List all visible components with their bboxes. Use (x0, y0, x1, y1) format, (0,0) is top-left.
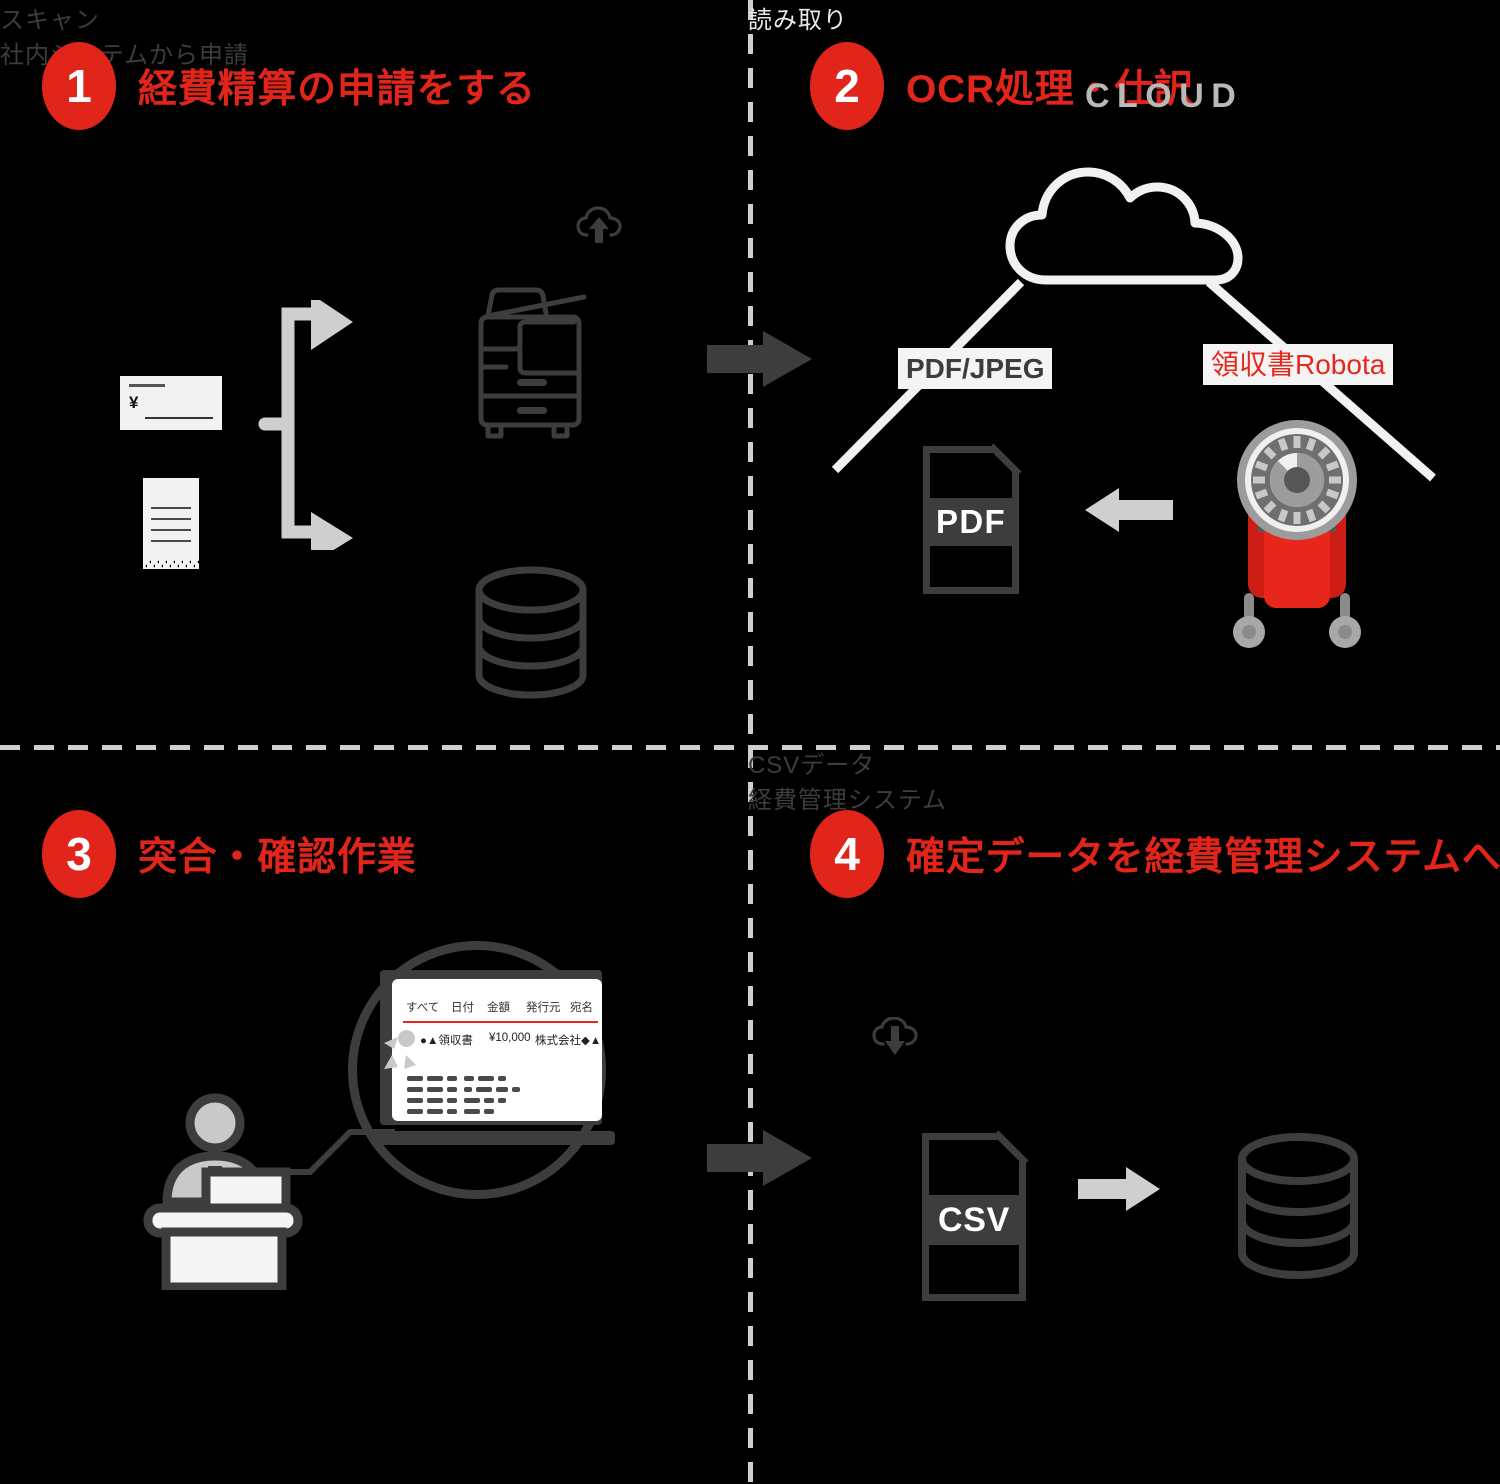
panel-1: 1 経費精算の申請をする スキャン ¥ 社内システムから申請 (0, 0, 812, 745)
click-indicator-icon (384, 1037, 416, 1069)
col-header-2: 金額 (487, 1002, 510, 1014)
panel-4-badge: 4 (810, 810, 884, 898)
laptop-base (370, 1131, 615, 1145)
invoice-currency: ¥ (129, 393, 139, 412)
pdf-file-icon: PDF (923, 443, 1022, 594)
panel-4-header: 4 確定データを経費管理システムへ入力 (810, 810, 1500, 898)
panel-4: 4 確定データを経費管理システムへ入力 CSVデータ 経費管理システム CSV (748, 745, 1500, 1484)
branch-arrow-icon (258, 300, 353, 550)
robota-tag: 領収書Robota (1203, 344, 1394, 385)
panel-1-title: 経費精算の申請をする (138, 68, 536, 111)
col-header-0: すべて (406, 1002, 440, 1014)
csv-file-icon: CSV (922, 1130, 1029, 1301)
database-icon-panel1 (475, 566, 587, 699)
row-title: ●▲領収書 (420, 1035, 473, 1047)
person-at-desk-icon (143, 1093, 303, 1290)
left-arrow-icon (1085, 488, 1173, 532)
cloud-label: CLOUD (1085, 77, 1244, 115)
read-label: 読み取り (748, 7, 848, 34)
robot-scanner-icon (1233, 420, 1361, 648)
col-header-3: 発行元 (526, 1002, 561, 1014)
cloud-download-icon (872, 1017, 918, 1055)
col-header-4: 宛名 (570, 1002, 593, 1014)
panel-3-badge: 3 (42, 810, 116, 898)
cloud-outline-icon (1005, 167, 1243, 285)
flow-diagram: 1 経費精算の申請をする スキャン ¥ 社内システムから申請 2 OCR処理・仕… (0, 0, 1500, 1484)
csv-file-label: CSV (922, 1195, 1026, 1245)
panel-4-title: 確定データを経費管理システムへ入力 (906, 836, 1500, 879)
panel-2-badge: 2 (810, 42, 884, 130)
col-header-1: 日付 (451, 1002, 474, 1014)
panel-3-header: 3 突合・確認作業 (42, 810, 416, 898)
panel-1-header: 1 経費精算の申請をする (42, 42, 536, 130)
panel-3-title: 突合・確認作業 (138, 836, 417, 879)
cloud-upload-icon (576, 206, 622, 243)
pdf-file-label: PDF (923, 498, 1019, 546)
row-amount: ¥10,000 (489, 1032, 531, 1044)
panel-3: 3 突合・確認作業 すべて 日付 金額 発行元 宛名 ●▲領収書 ¥10,000… (0, 745, 812, 1484)
scan-label: スキャン (0, 7, 100, 34)
right-arrow-icon (1078, 1167, 1160, 1211)
receipt-icon (143, 478, 199, 569)
csv-data-label: CSVデータ (748, 752, 876, 779)
panel-1-badge: 1 (42, 42, 116, 130)
header-underline (403, 1021, 598, 1023)
invoice-icon: ¥ (120, 376, 222, 430)
row-issuer: 株式会社◆▲ (535, 1035, 602, 1047)
database-icon-panel4 (1238, 1133, 1358, 1279)
multifunction-printer-icon (478, 287, 587, 439)
pdf-jpeg-tag: PDF/JPEG (898, 348, 1053, 389)
panel-2: 2 OCR処理・仕訳 CLOUD PDF/JPEG 領収書Robota PDF (748, 0, 1500, 745)
